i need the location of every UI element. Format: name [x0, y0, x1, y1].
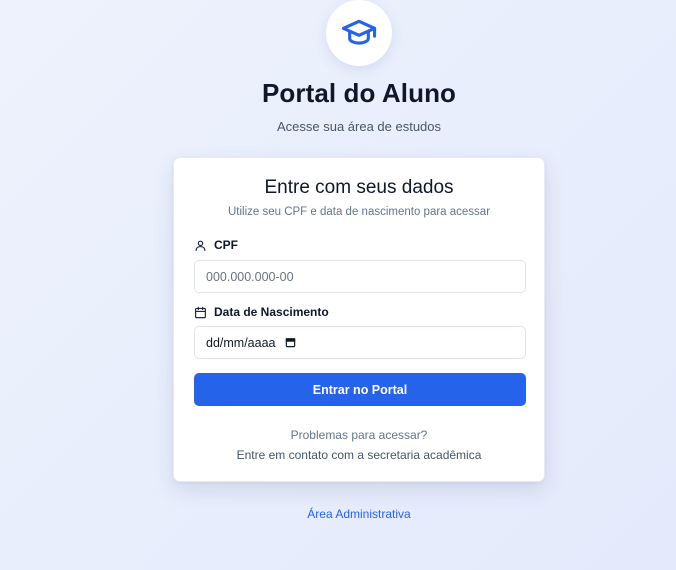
login-card: Entre com seus dados Utilize seu CPF e d… [173, 157, 545, 482]
cpf-placeholder: 000.000.000-00 [206, 269, 294, 284]
page-title: Portal do Aluno [261, 78, 457, 108]
card-subtitle: Utilize seu CPF e data de nascimento par… [227, 206, 491, 218]
cpf-input[interactable]: 000.000.000-00 [194, 260, 526, 293]
submit-button[interactable]: Entrar no Portal [194, 373, 526, 406]
cpf-label: CPF [194, 238, 238, 252]
birth-date-label-text: Data de Nascimento [214, 305, 329, 319]
help-title: Problemas para acessar? [290, 428, 428, 442]
logo-badge [326, 0, 392, 66]
birth-date-value: dd/mm/aaaa [206, 335, 276, 350]
cpf-label-text: CPF [214, 238, 238, 252]
admin-area-link[interactable]: Área Administrativa [0, 507, 676, 521]
date-picker-icon[interactable] [285, 337, 296, 348]
card-title: Entre com seus dados [264, 177, 454, 198]
user-icon [194, 239, 207, 252]
birth-date-label: Data de Nascimento [194, 305, 329, 319]
calendar-icon [194, 306, 207, 319]
page-subtitle: Acesse sua área de estudos [276, 119, 442, 134]
graduation-cap-icon [340, 19, 378, 47]
help-text: Entre em contato com a secretaria acadêm… [236, 448, 482, 462]
birth-date-input[interactable]: dd/mm/aaaa [194, 326, 526, 359]
